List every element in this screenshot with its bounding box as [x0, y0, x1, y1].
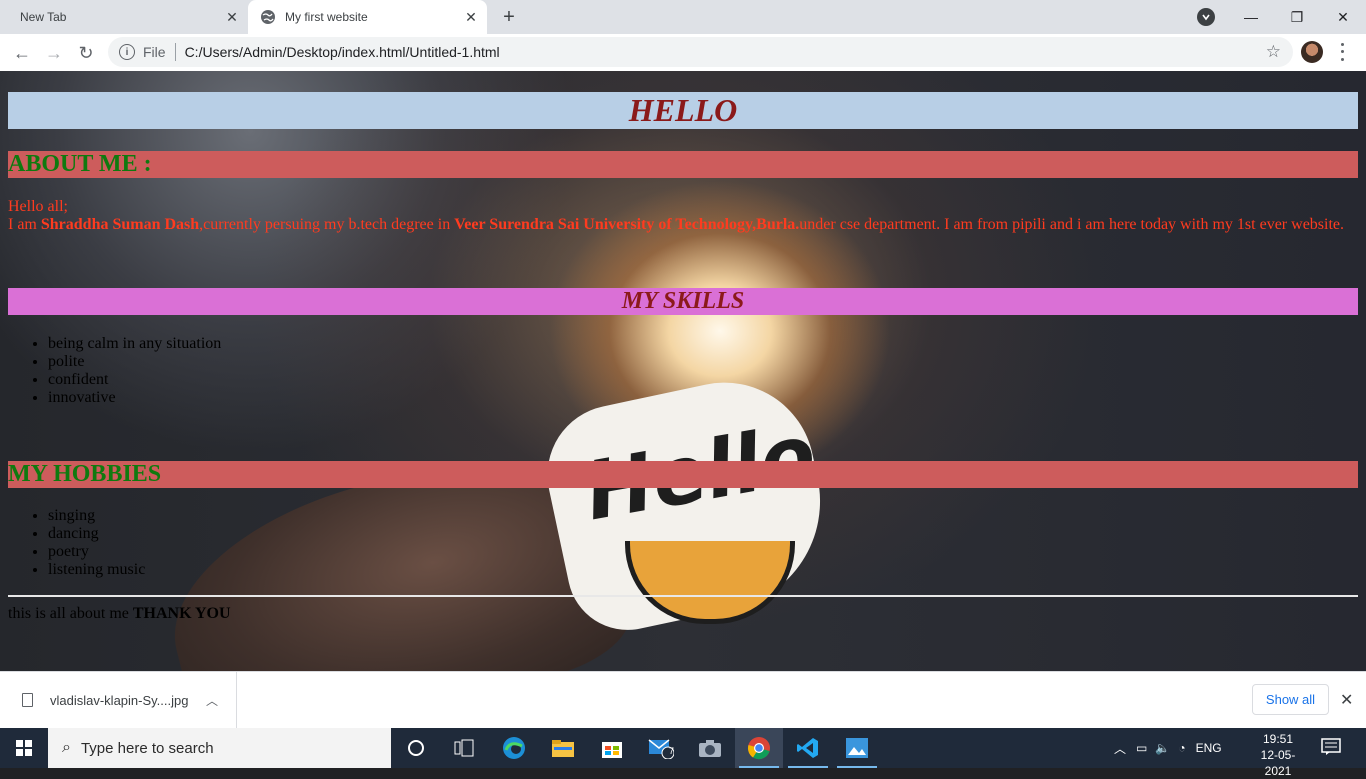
search-placeholder: Type here to search	[80, 739, 214, 757]
skills-heading: MY SKILLS	[8, 288, 1358, 315]
chevron-up-icon[interactable]: ︿	[1114, 740, 1126, 757]
profile-avatar[interactable]	[1301, 41, 1323, 63]
about-heading: ABOUT ME :	[8, 151, 1358, 178]
tab-new-tab[interactable]: New Tab ✕	[8, 0, 248, 34]
volume-icon[interactable]: 🔈	[1155, 741, 1170, 755]
list-item: singing	[48, 507, 145, 525]
tab-title: My first website	[285, 10, 368, 24]
edge-icon[interactable]	[490, 728, 538, 768]
battery-icon[interactable]: ▭	[1136, 741, 1147, 755]
camera-icon[interactable]	[686, 728, 734, 768]
scheme-label: File	[143, 44, 166, 60]
window-close-button[interactable]: ✕	[1320, 0, 1366, 34]
url-text[interactable]: C:/Users/Admin/Desktop/index.html/Untitl…	[185, 44, 500, 60]
cortana-icon[interactable]	[392, 728, 440, 768]
download-file-name: vladislav-klapin-Sy....jpg	[50, 692, 189, 708]
wifi-icon[interactable]: ◔	[1178, 741, 1185, 755]
taskbar-search[interactable]: ⌕ Type here to search	[48, 728, 391, 768]
tab-search-icon[interactable]	[1197, 8, 1215, 26]
close-icon[interactable]: ✕	[222, 7, 242, 27]
windows-taskbar: ⌕ Type here to search 7 ︿ ▭ 🔈 ◔ ENG 19:5…	[0, 728, 1366, 778]
mail-icon[interactable]: 7	[637, 728, 685, 768]
list-item: being calm in any situation	[48, 335, 221, 353]
file-icon	[22, 693, 33, 707]
intro-university: Veer Surendra Sai University of Technolo…	[454, 216, 800, 233]
mail-badge: 7	[669, 746, 675, 756]
tab-title: New Tab	[20, 10, 67, 24]
photos-icon[interactable]	[833, 728, 881, 768]
chevron-up-icon[interactable]: ︿	[206, 692, 218, 709]
download-shelf: vladislav-klapin-Sy....jpg ︿ Show all ✕	[0, 671, 1366, 728]
tab-my-first-website[interactable]: My first website ✕	[248, 0, 487, 34]
list-item: confident	[48, 371, 221, 389]
back-button[interactable]: ←	[8, 39, 36, 67]
menu-icon[interactable]	[1335, 41, 1349, 63]
list-item: innovative	[48, 389, 221, 407]
notification-center-icon[interactable]	[1320, 738, 1342, 756]
intro-name: Shraddha Suman Dash	[40, 216, 200, 233]
windows-logo-icon	[16, 740, 32, 756]
show-all-button[interactable]: Show all	[1252, 684, 1329, 715]
info-icon[interactable]: i	[119, 44, 135, 60]
clock-date: 12-05-2021	[1260, 748, 1296, 778]
clock[interactable]: 19:51 12-05-2021	[1248, 731, 1308, 779]
search-icon: ⌕	[62, 739, 71, 756]
page-title: HELLO	[8, 92, 1358, 129]
hobbies-list: singing dancing poetry listening music	[8, 507, 145, 579]
store-icon[interactable]	[588, 728, 636, 768]
minimize-button[interactable]: —	[1228, 0, 1274, 34]
closing-text: this is all about me	[8, 605, 133, 622]
list-item: listening music	[48, 561, 145, 579]
intro-text-end: under cse department. I am from pipili a…	[799, 216, 1345, 233]
chrome-icon[interactable]	[735, 728, 783, 768]
task-view-icon[interactable]	[440, 728, 488, 768]
intro-greeting: Hello all;	[8, 198, 68, 215]
skills-list: being calm in any situation polite confi…	[8, 335, 221, 407]
thank-you-text: THANK YOU	[132, 605, 231, 622]
globe-icon	[261, 10, 275, 24]
divider	[174, 43, 176, 61]
browser-toolbar: ← → ↻ i File C:/Users/Admin/Desktop/inde…	[0, 34, 1366, 71]
hobbies-heading: MY HOBBIES	[8, 461, 1358, 488]
forward-button[interactable]: →	[40, 39, 68, 67]
address-bar[interactable]: i File C:/Users/Admin/Desktop/index.html…	[108, 37, 1293, 67]
new-tab-button[interactable]: +	[497, 5, 521, 29]
horizontal-rule	[8, 595, 1358, 597]
vscode-icon[interactable]	[784, 728, 832, 768]
intro-paragraph: Hello all; I am Shraddha Suman Dash,curr…	[8, 198, 1358, 234]
reload-button[interactable]: ↻	[72, 39, 100, 67]
list-item: poetry	[48, 543, 145, 561]
page-viewport: Hello HELLO ABOUT ME : Hello all; I am S…	[0, 71, 1366, 671]
intro-text-mid: ,currently persuing my b.tech degree in	[199, 216, 455, 233]
bookmark-star-icon[interactable]: ☆	[1266, 42, 1281, 62]
system-tray: ︿ ▭ 🔈 ◔ ENG	[1114, 728, 1222, 768]
close-icon[interactable]: ✕	[1340, 690, 1353, 710]
file-explorer-icon[interactable]	[539, 728, 587, 768]
list-item: polite	[48, 353, 221, 371]
tab-strip: New Tab ✕ My first website ✕ + — ❐ ✕	[0, 0, 1366, 34]
start-button[interactable]	[0, 728, 48, 768]
language-indicator[interactable]: ENG	[1196, 741, 1222, 755]
restore-button[interactable]: ❐	[1274, 0, 1320, 34]
download-item[interactable]: vladislav-klapin-Sy....jpg ︿	[0, 672, 237, 728]
close-icon[interactable]: ✕	[461, 7, 481, 27]
list-item: dancing	[48, 525, 145, 543]
intro-text-start: I am	[8, 216, 41, 233]
closing-line: this is all about me THANK YOU	[8, 605, 231, 623]
clock-time: 19:51	[1262, 732, 1294, 746]
